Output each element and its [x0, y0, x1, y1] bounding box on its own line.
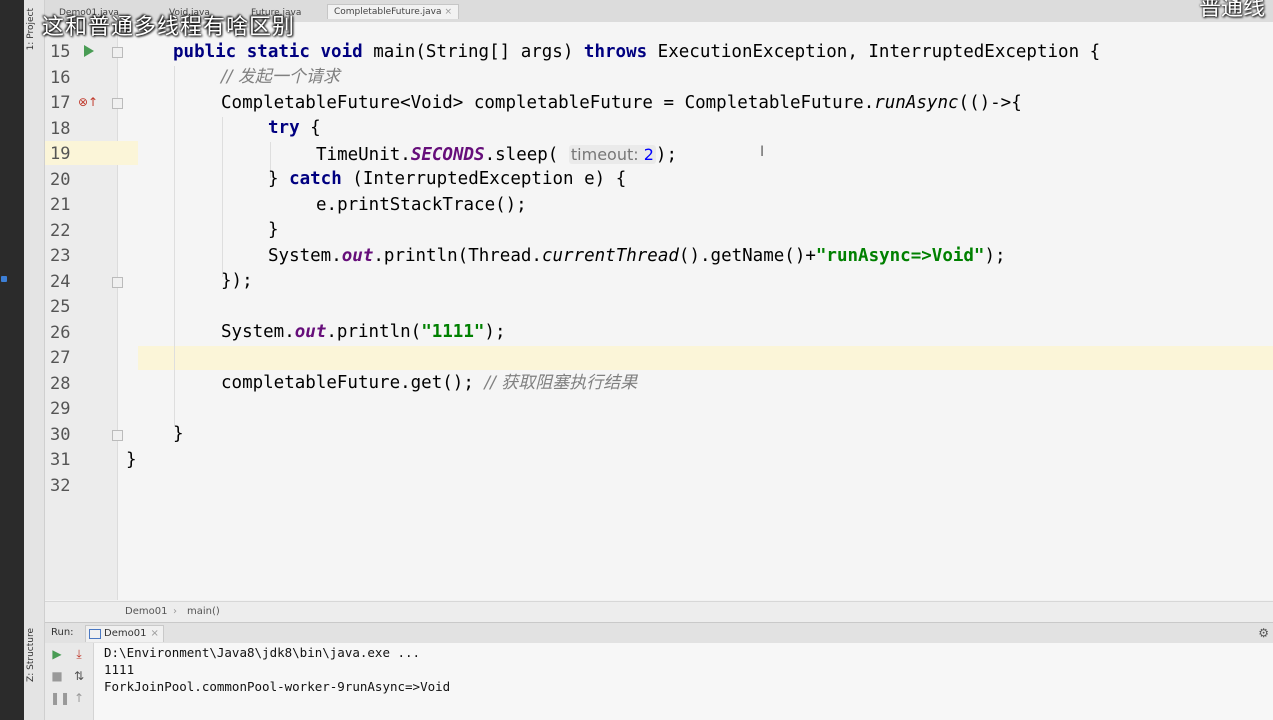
- video-caption: 这和普通多线程有啥区别: [42, 15, 296, 40]
- code-line-26: System.out.println("1111");: [221, 322, 506, 342]
- line-number: 28: [50, 373, 71, 394]
- line-number: 19: [50, 144, 71, 164]
- run-config-icon: [89, 629, 101, 639]
- code-line-15: public static void main(String[] args) t…: [173, 42, 1101, 62]
- code-line-31: }: [126, 450, 137, 470]
- breadcrumb-separator: ›: [173, 606, 177, 617]
- line-number: 29: [50, 399, 71, 419]
- tool-window-rail: 1: Project Z: Structure: [24, 0, 45, 720]
- line-number: 25: [50, 297, 71, 317]
- console-output[interactable]: D:\Environment\Java8\jdk8\bin\java.exe .…: [94, 643, 1273, 720]
- structure-tool-button[interactable]: Z: Structure: [26, 628, 36, 682]
- fold-icon[interactable]: [112, 430, 123, 441]
- project-tool-button[interactable]: 1: Project: [26, 8, 36, 50]
- code-line-18: try {: [268, 118, 321, 138]
- breadcrumb-class[interactable]: Demo01: [125, 602, 167, 622]
- run-tool-header: Run: Demo01 × ⚙: [45, 622, 1273, 644]
- breadcrumb: Demo01 › main(): [45, 601, 1273, 622]
- code-line-22: }: [268, 220, 279, 240]
- code-line-24: });: [221, 271, 253, 291]
- left-dark-strip: [0, 0, 24, 720]
- override-icon[interactable]: ⊗↑: [78, 95, 98, 109]
- code-line-19: TimeUnit.SECONDS.sleep( timeout: 2);: [316, 145, 677, 165]
- gear-icon[interactable]: ⚙: [1258, 623, 1269, 643]
- run-label: Run:: [51, 627, 74, 638]
- close-icon[interactable]: ×: [150, 628, 158, 639]
- run-gutter-icon[interactable]: [84, 45, 94, 57]
- tab-completablefuture[interactable]: CompletableFuture.java ×: [327, 4, 460, 19]
- code-line-30: }: [173, 424, 184, 444]
- line-number: 21: [50, 195, 71, 215]
- line-number: 26: [50, 322, 71, 343]
- line-number: 32: [50, 475, 71, 496]
- run-tab-label: Demo01: [104, 628, 147, 639]
- code-line-28: completableFuture.get(); // 获取阻塞执行结果: [221, 373, 638, 393]
- close-icon[interactable]: ×: [444, 7, 452, 17]
- taskbar-indicator: [1, 276, 7, 282]
- run-tab-demo01[interactable]: Demo01 ×: [85, 625, 164, 642]
- code-line-21: e.printStackTrace();: [316, 195, 527, 215]
- console-line: 1111: [104, 662, 135, 677]
- line-number: 31: [50, 450, 71, 470]
- video-caption-right: 普通线: [1198, 0, 1265, 21]
- code-line-16: // 发起一个请求: [221, 67, 340, 87]
- fold-icon[interactable]: [112, 277, 123, 288]
- pin-icon[interactable]: ⤓: [72, 647, 86, 661]
- text-cursor-icon: I: [760, 144, 765, 160]
- line-number: 22: [50, 220, 71, 241]
- caret-line-highlight: [138, 346, 1273, 370]
- up-arrow-icon[interactable]: ↑: [72, 691, 86, 705]
- breadcrumb-method[interactable]: main(): [187, 602, 220, 622]
- line-number: 18: [50, 118, 71, 139]
- console-line: D:\Environment\Java8\jdk8\bin\java.exe .…: [104, 645, 421, 660]
- indent-guide: [222, 117, 223, 277]
- line-number: 27: [50, 348, 71, 368]
- code-line-17: CompletableFuture<Void> completableFutur…: [221, 93, 1022, 113]
- rerun-icon[interactable]: ▶: [50, 647, 64, 661]
- parameter-hint: timeout: 2: [568, 145, 656, 164]
- sort-icon[interactable]: ⇅: [72, 669, 86, 683]
- line-number: 30: [50, 424, 71, 445]
- indent-guide: [174, 66, 175, 426]
- code-line-23: System.out.println(Thread.currentThread(…: [268, 246, 1006, 266]
- pause-icon[interactable]: ❚❚: [50, 691, 70, 705]
- line-number: 23: [50, 246, 71, 266]
- stop-icon[interactable]: ■: [50, 669, 64, 683]
- line-number: 24: [50, 271, 71, 292]
- line-number: 20: [50, 169, 71, 190]
- tab-label: CompletableFuture.java: [334, 7, 442, 17]
- fold-icon[interactable]: [112, 98, 123, 109]
- line-number: 16: [50, 67, 71, 88]
- fold-icon[interactable]: [112, 47, 123, 58]
- code-line-20: } catch (InterruptedException e) {: [268, 169, 627, 189]
- run-toolbar: ▶ ⤓ ■ ⇅ ❚❚ ↑: [45, 643, 94, 720]
- console-line: ForkJoinPool.commonPool-worker-9runAsync…: [104, 679, 451, 694]
